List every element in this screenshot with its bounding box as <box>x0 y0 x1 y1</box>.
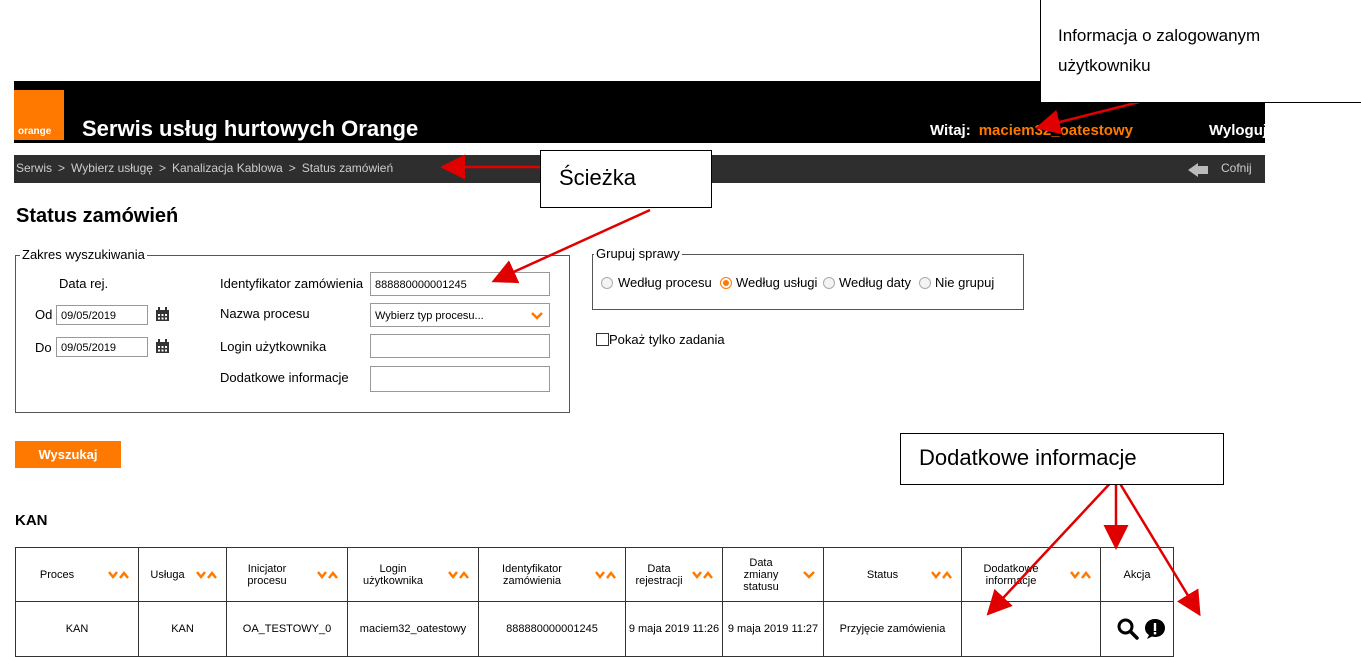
header-label: Data rejestracji <box>635 562 683 587</box>
process-select-value: Wybierz typ procesu... <box>375 310 484 322</box>
column-header-extra-info[interactable]: Dodatkowe informacje <box>961 547 1101 602</box>
sort-icon[interactable] <box>692 570 714 580</box>
date-from-input[interactable]: 09/05/2019 <box>56 305 148 325</box>
sort-icon[interactable] <box>931 570 953 580</box>
sort-icon[interactable] <box>317 570 339 580</box>
header-label: Akcja <box>1123 568 1151 581</box>
annotation-path-text: Ścieżka <box>559 165 637 190</box>
search-icon[interactable] <box>1116 617 1140 641</box>
order-id-input[interactable]: 888880000001245 <box>370 272 550 296</box>
table-cell: 9 maja 2019 11:27 <box>722 601 824 657</box>
column-header-user-login[interactable]: Login użytkownika <box>347 547 479 602</box>
sort-icon[interactable] <box>448 570 470 580</box>
process-name-label: Nazwa procesu <box>220 306 310 321</box>
user-login-label: Login użytkownika <box>220 339 327 354</box>
table-cell: Przyjęcie zamówienia <box>823 601 962 657</box>
header-label: Status <box>866 568 899 581</box>
annotation-user-info-text: Informacja o zalogowanym użytkowniku <box>1058 26 1261 75</box>
process-name-select[interactable]: Wybierz typ procesu... <box>370 303 550 327</box>
chevron-down-icon <box>531 312 543 320</box>
search-button[interactable]: Wyszukaj <box>15 441 121 468</box>
column-header-status-change-date[interactable]: Data zmiany statusu <box>722 547 824 602</box>
header-label: Login użytkownika <box>363 562 423 587</box>
to-label: Do <box>35 340 52 355</box>
breadcrumb-separator: > <box>158 161 166 175</box>
header-label: Inicjator procesu <box>247 562 287 587</box>
results-table: Proces Usługa Inicjator procesu Login uż… <box>15 547 1174 657</box>
site-title: Serwis usług hurtowych Orange <box>82 116 419 141</box>
show-tasks-label[interactable]: Pokaż tylko zadania <box>609 332 725 347</box>
table-cell: 888880000001245 <box>478 601 626 657</box>
radio-no-group[interactable] <box>919 277 931 289</box>
username: maciem32_oatestowy <box>978 122 1133 139</box>
column-header-registration-date[interactable]: Data rejestracji <box>625 547 723 602</box>
header-label: Usługa <box>150 568 185 581</box>
search-range-legend: Zakres wyszukiwania <box>20 247 147 262</box>
annotation-extra-info: Dodatkowe informacje <box>900 433 1224 485</box>
table-cell: 9 maja 2019 11:26 <box>625 601 723 657</box>
extra-info-input[interactable] <box>370 366 550 392</box>
group-by-legend: Grupuj sprawy <box>594 246 682 261</box>
order-id-label: Identyfikator zamówienia <box>220 276 364 291</box>
header-label: Proces <box>39 568 75 581</box>
table-cell: KAN <box>138 601 227 657</box>
radio-by-date-label[interactable]: Według daty <box>839 275 911 290</box>
back-arrow-icon[interactable] <box>1188 163 1216 177</box>
breadcrumb-item-serwis[interactable]: Serwis <box>16 161 52 175</box>
table-cell: OA_TESTOWY_0 <box>226 601 348 657</box>
column-header-service[interactable]: Usługa <box>138 547 227 602</box>
header-label: Dodatkowe informacje <box>983 562 1039 587</box>
back-link[interactable]: Cofnij <box>1221 161 1252 175</box>
radio-by-service-label[interactable]: Według usługi <box>736 275 817 290</box>
column-header-action: Akcja <box>1100 547 1174 602</box>
calendar-icon[interactable] <box>155 307 170 322</box>
breadcrumb-item-service[interactable]: Wybierz usługę <box>71 161 153 175</box>
table-cell: KAN <box>15 601 139 657</box>
show-tasks-checkbox[interactable] <box>596 333 609 346</box>
user-greeting: Witaj: maciem32_oatestowy <box>930 122 1133 139</box>
breadcrumb-item-current: Status zamówień <box>301 161 394 175</box>
column-header-status[interactable]: Status <box>823 547 962 602</box>
breadcrumb-separator: > <box>58 161 66 175</box>
column-header-initiator[interactable]: Inicjator procesu <box>226 547 348 602</box>
date-reg-label: Data rej. <box>59 276 109 291</box>
header-label: Identyfikator zamówienia <box>502 562 562 587</box>
column-header-process[interactable]: Proces <box>15 547 139 602</box>
annotation-user-info: Informacja o zalogowanym użytkowniku <box>1040 0 1361 103</box>
user-login-input[interactable] <box>370 334 550 358</box>
date-to-input[interactable]: 09/05/2019 <box>56 337 148 357</box>
radio-by-service[interactable] <box>720 277 732 289</box>
breadcrumb-separator: > <box>288 161 296 175</box>
radio-by-process[interactable] <box>601 277 613 289</box>
greeting-label: Witaj: <box>930 122 971 139</box>
sort-icon[interactable] <box>1070 570 1092 580</box>
page-title: Status zamówień <box>16 205 179 227</box>
breadcrumb-item-kanalizacja[interactable]: Kanalizacja Kablowa <box>172 161 283 175</box>
radio-no-group-label[interactable]: Nie grupuj <box>935 275 994 290</box>
sort-icon[interactable] <box>196 570 218 580</box>
action-cell <box>1100 601 1174 657</box>
breadcrumb: Serwis > Wybierz usługę > Kanalizacja Kablow… <box>16 161 393 175</box>
radio-by-process-label[interactable]: Według procesu <box>618 275 712 290</box>
column-header-order-id[interactable]: Identyfikator zamówienia <box>478 547 626 602</box>
logo-text: orange <box>18 126 52 137</box>
extra-info-label: Dodatkowe informacje <box>220 370 349 385</box>
radio-by-date[interactable] <box>823 277 835 289</box>
annotation-extra-info-text: Dodatkowe informacje <box>919 445 1137 470</box>
sort-icon[interactable] <box>595 570 617 580</box>
orange-logo[interactable]: orange <box>14 90 64 140</box>
header-label: Data zmiany statusu <box>743 556 779 593</box>
calendar-icon[interactable] <box>155 339 170 354</box>
comment-alert-icon[interactable] <box>1143 617 1167 641</box>
table-cell: maciem32_oatestowy <box>347 601 479 657</box>
chevron-down-icon[interactable] <box>803 570 815 580</box>
table-cell <box>961 601 1101 657</box>
logout-link[interactable]: Wyloguj <box>1209 122 1267 139</box>
section-title: KAN <box>15 512 48 529</box>
table-row: KAN KAN OA_TESTOWY_0 maciem32_oatestowy … <box>15 601 1174 657</box>
sort-icon[interactable] <box>108 570 130 580</box>
annotation-path: Ścieżka <box>540 150 712 208</box>
from-label: Od <box>35 307 53 322</box>
